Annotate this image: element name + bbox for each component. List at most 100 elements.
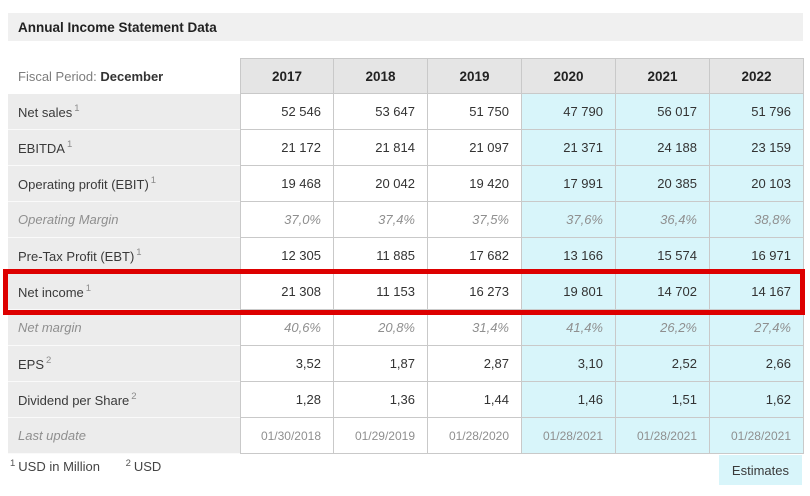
table-row: Pre-Tax Profit (EBT) 1 12 305 11 885 17 682 1… — [8, 238, 804, 274]
value-cell: 24 188 — [616, 130, 710, 166]
value-cell: 2,66 — [710, 346, 804, 382]
value-cell: 19 801 — [522, 274, 616, 310]
row-label: Net income 1 — [8, 274, 240, 310]
column-header-2017: 2017 — [240, 58, 334, 94]
column-header-2022: 2022 — [710, 58, 804, 94]
footnote-text-2: USD — [133, 459, 162, 474]
value-cell: 20 042 — [334, 166, 428, 202]
page-title-text: Annual Income Statement Data — [18, 19, 217, 35]
footnote-marker: 1 — [85, 283, 92, 294]
value-cell: 37,4% — [334, 202, 428, 238]
column-header-2019: 2019 — [428, 58, 522, 94]
table-row: Net margin 40,6% 20,8% 31,4% 41,4% 26,2% 27,4% — [8, 310, 804, 346]
fiscal-period-label: Fiscal Period: — [18, 68, 97, 84]
value-cell: 21 814 — [334, 130, 428, 166]
fiscal-period-value: December — [100, 68, 164, 84]
value-cell: 11 885 — [334, 238, 428, 274]
footnote-usd-million: 1 USD in Million — [10, 458, 100, 474]
table-row: Net income 1 21 308 11 153 16 273 19 801 14 70… — [8, 274, 804, 310]
value-cell: 37,0% — [240, 202, 334, 238]
table-row: Dividend per Share 2 1,28 1,36 1,44 1,46 1,51 1… — [8, 382, 804, 418]
table-row: Net sales 1 52 546 53 647 51 750 47 790 56 017… — [8, 94, 804, 130]
footnote-marker: 2 — [131, 391, 137, 402]
footnote-marker: 1 — [136, 247, 142, 258]
value-cell: 3,10 — [522, 346, 616, 382]
value-cell: 1,87 — [334, 346, 428, 382]
value-cell: 13 166 — [522, 238, 616, 274]
value-cell: 01/28/2021 — [522, 418, 616, 454]
value-cell: 1,62 — [710, 382, 804, 418]
footnote-marker: 1 — [66, 139, 73, 150]
value-cell: 53 647 — [334, 94, 428, 130]
page-title: Annual Income Statement Data — [8, 13, 803, 41]
footnotes: 1 USD in Million 2 USD — [10, 458, 183, 474]
value-cell: 16 971 — [710, 238, 804, 274]
value-cell: 26,2% — [616, 310, 710, 346]
footnote-marker: 2 — [46, 355, 52, 366]
value-cell: 21 308 — [240, 274, 334, 310]
value-cell: 36,4% — [616, 202, 710, 238]
table-row: EPS 2 3,52 1,87 2,87 3,10 2,52 2,66 — [8, 346, 804, 382]
value-cell: 52 546 — [240, 94, 334, 130]
value-cell: 21 371 — [522, 130, 616, 166]
income-statement-table: Fiscal Period: December 2017 2018 2019 2020… — [8, 58, 804, 454]
value-cell: 37,6% — [522, 202, 616, 238]
value-cell: 27,4% — [710, 310, 804, 346]
row-label: EPS 2 — [8, 346, 240, 382]
value-cell: 11 153 — [334, 274, 428, 310]
footnote-usd: 2 USD — [125, 458, 162, 474]
row-label: EBITDA 1 — [8, 130, 240, 166]
value-cell: 3,52 — [240, 346, 334, 382]
value-cell: 40,6% — [240, 310, 334, 346]
value-cell: 2,52 — [616, 346, 710, 382]
value-cell: 38,8% — [710, 202, 804, 238]
value-cell: 1,44 — [428, 382, 522, 418]
value-cell: 37,5% — [428, 202, 522, 238]
value-cell: 51 750 — [428, 94, 522, 130]
value-cell: 14 702 — [616, 274, 710, 310]
value-cell: 21 097 — [428, 130, 522, 166]
row-label: Last update — [8, 418, 240, 454]
row-label: Pre-Tax Profit (EBT) 1 — [8, 238, 240, 274]
value-cell: 2,87 — [428, 346, 522, 382]
value-cell: 23 159 — [710, 130, 804, 166]
footnote-sup-2: 2 — [125, 458, 131, 469]
value-cell: 17 682 — [428, 238, 522, 274]
value-cell: 01/30/2018 — [240, 418, 334, 454]
value-cell: 41,4% — [522, 310, 616, 346]
table-row: Operating Margin 37,0% 37,4% 37,5% 37,6% 36,4… — [8, 202, 804, 238]
row-label: Operating Margin — [8, 202, 240, 238]
value-cell: 01/28/2021 — [710, 418, 804, 454]
table-row: Operating profit (EBIT) 1 19 468 20 042 19 4… — [8, 166, 804, 202]
row-label: Dividend per Share 2 — [8, 382, 240, 418]
value-cell: 01/28/2021 — [616, 418, 710, 454]
value-cell: 1,36 — [334, 382, 428, 418]
value-cell: 20 385 — [616, 166, 710, 202]
row-label: Net margin — [8, 310, 240, 346]
value-cell: 17 991 — [522, 166, 616, 202]
value-cell: 47 790 — [522, 94, 616, 130]
table-header-row: Fiscal Period: December 2017 2018 2019 2020… — [8, 58, 804, 94]
column-header-2021: 2021 — [616, 58, 710, 94]
value-cell: 01/29/2019 — [334, 418, 428, 454]
fiscal-period-cell: Fiscal Period: December — [8, 58, 240, 94]
table-row: EBITDA 1 21 172 21 814 21 097 21 371 24 188 23 … — [8, 130, 804, 166]
value-cell: 14 167 — [710, 274, 804, 310]
value-cell: 19 420 — [428, 166, 522, 202]
footnote-text-1: USD in Million — [18, 459, 100, 474]
value-cell: 16 273 — [428, 274, 522, 310]
value-cell: 1,51 — [616, 382, 710, 418]
column-header-2020: 2020 — [522, 58, 616, 94]
value-cell: 15 574 — [616, 238, 710, 274]
estimates-label: Estimates — [731, 462, 789, 478]
row-label: Operating profit (EBIT) 1 — [8, 166, 240, 202]
value-cell: 01/28/2020 — [428, 418, 522, 454]
footnote-sup-1: 1 — [10, 458, 16, 469]
value-cell: 21 172 — [240, 130, 334, 166]
value-cell: 1,28 — [240, 382, 334, 418]
value-cell: 20 103 — [710, 166, 804, 202]
row-label: Net sales 1 — [8, 94, 240, 130]
footnote-marker: 1 — [74, 103, 80, 114]
value-cell: 1,46 — [522, 382, 616, 418]
value-cell: 56 017 — [616, 94, 710, 130]
